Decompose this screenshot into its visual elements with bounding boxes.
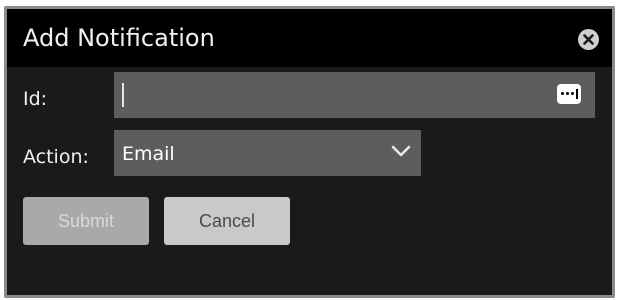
id-label: Id:: [23, 88, 48, 110]
submit-button[interactable]: Submit: [23, 197, 149, 245]
add-notification-dialog: Add Notification Id: Action: Email Submi…: [4, 6, 615, 298]
dialog-title: Add Notification: [23, 24, 215, 52]
action-selected-value: Email: [122, 143, 175, 165]
id-input[interactable]: [114, 72, 595, 118]
action-select[interactable]: Email: [114, 130, 421, 176]
close-icon[interactable]: [578, 29, 599, 50]
cancel-button[interactable]: Cancel: [164, 197, 290, 245]
dialog-titlebar: Add Notification: [7, 9, 612, 67]
password-dots-icon[interactable]: [557, 84, 581, 104]
action-label: Action:: [23, 146, 89, 168]
text-caret: [122, 83, 124, 107]
chevron-down-icon: [391, 145, 411, 157]
